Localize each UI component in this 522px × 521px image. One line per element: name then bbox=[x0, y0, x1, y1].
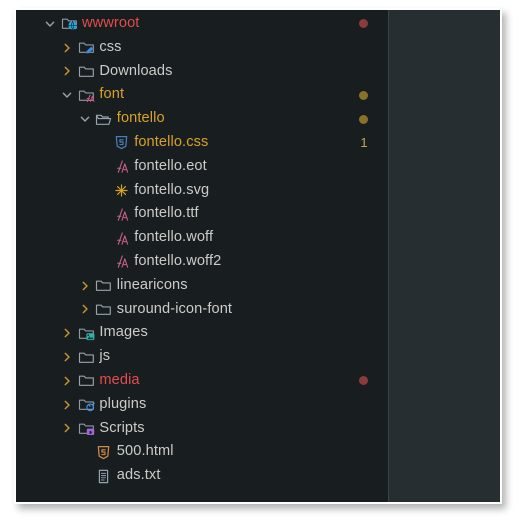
chevron-down-icon[interactable] bbox=[59, 83, 75, 107]
tree-item-label: Images bbox=[99, 324, 148, 341]
screenshot-root: wwwroot css Downloads font fontello fontello.… bbox=[0, 0, 522, 521]
folder-icon bbox=[95, 298, 113, 322]
tree-item-label: fontello.ttf bbox=[134, 205, 199, 222]
tree-item-label: fontello.svg bbox=[134, 181, 210, 198]
tree-item-label: css bbox=[99, 38, 122, 55]
font-file-icon bbox=[112, 226, 130, 250]
tree-item-label: media bbox=[99, 371, 140, 388]
chevron-down-icon[interactable] bbox=[77, 107, 93, 131]
tree-folder-row[interactable]: suround-icon-font bbox=[16, 298, 388, 322]
svg-file-icon bbox=[112, 179, 130, 203]
explorer-panel: wwwroot css Downloads font fontello fontello.… bbox=[16, 10, 388, 502]
tree-folder-row[interactable]: Downloads bbox=[16, 60, 388, 84]
chevron-right-icon[interactable] bbox=[77, 298, 93, 322]
tree-item-label: suround-icon-font bbox=[116, 300, 233, 317]
tree-item-label: fontello bbox=[116, 110, 165, 127]
folder-open-icon bbox=[95, 107, 113, 131]
file-tree: wwwroot css Downloads font fontello fontello.… bbox=[16, 12, 388, 488]
status-dot bbox=[359, 376, 368, 386]
tree-item-label: js bbox=[99, 348, 111, 365]
folder-plugin-icon bbox=[77, 393, 95, 417]
tree-folder-row[interactable]: linearicons bbox=[16, 274, 388, 298]
tree-folder-row[interactable]: plugins bbox=[16, 393, 388, 417]
tree-folder-row[interactable]: Images bbox=[16, 321, 388, 345]
tree-folder-row[interactable]: fontello bbox=[16, 107, 388, 131]
tree-file-row[interactable]: fontello.svg bbox=[16, 179, 388, 203]
folder-font-icon bbox=[77, 83, 95, 107]
chevron-right-icon[interactable] bbox=[59, 369, 75, 393]
folder-script-icon bbox=[77, 417, 95, 441]
chevron-right-icon[interactable] bbox=[59, 36, 75, 60]
tree-folder-row[interactable]: Scripts bbox=[16, 417, 388, 441]
tree-item-label: fontello.woff bbox=[134, 229, 214, 246]
chevron-down-icon[interactable] bbox=[42, 12, 58, 36]
tree-file-row[interactable]: fontello.woff bbox=[16, 226, 388, 250]
folder-icon bbox=[95, 274, 113, 298]
tree-item-label: fontello.eot bbox=[134, 157, 207, 174]
font-file-icon bbox=[112, 250, 130, 274]
editor-pane[interactable] bbox=[388, 10, 500, 502]
folder-globe-icon bbox=[60, 12, 78, 36]
chevron-right-icon[interactable] bbox=[59, 60, 75, 84]
tree-folder-row[interactable]: media bbox=[16, 369, 388, 393]
tree-file-row[interactable]: 500.html bbox=[16, 440, 388, 464]
tree-item-label: fontello.css bbox=[134, 133, 209, 150]
html-file-icon bbox=[95, 440, 113, 464]
folder-pencil-icon bbox=[77, 36, 95, 60]
chevron-right-icon[interactable] bbox=[59, 417, 75, 441]
folder-image-icon bbox=[77, 321, 95, 345]
tree-item-label: wwwroot bbox=[82, 15, 140, 31]
tree-item-label: Downloads bbox=[99, 62, 173, 79]
chevron-right-icon[interactable] bbox=[59, 321, 75, 345]
tree-folder-row[interactable]: css bbox=[16, 36, 388, 60]
tree-item-label: font bbox=[99, 86, 125, 103]
tree-item-label: ads.txt bbox=[116, 467, 161, 484]
code-editor-window: wwwroot css Downloads font fontello fontello.… bbox=[16, 10, 500, 502]
chevron-right-icon[interactable] bbox=[59, 393, 75, 417]
status-dot bbox=[359, 90, 368, 100]
tree-item-label: plugins bbox=[99, 395, 147, 412]
status-dot bbox=[359, 114, 368, 124]
tree-file-row[interactable]: fontello.eot bbox=[16, 155, 388, 179]
chevron-right-icon[interactable] bbox=[59, 345, 75, 369]
tree-item-label: fontello.woff2 bbox=[134, 252, 222, 269]
tree-folder-row[interactable]: js bbox=[16, 345, 388, 369]
item-count-badge: 1 bbox=[360, 134, 368, 150]
tree-file-row[interactable]: fontello.ttf bbox=[16, 202, 388, 226]
tree-item-label: 500.html bbox=[116, 443, 174, 460]
folder-icon bbox=[77, 345, 95, 369]
font-file-icon bbox=[112, 155, 130, 179]
font-file-icon bbox=[112, 202, 130, 226]
tree-folder-row[interactable]: wwwroot bbox=[16, 12, 388, 36]
tree-file-row[interactable]: ads.txt bbox=[16, 464, 388, 488]
status-dot bbox=[359, 19, 368, 29]
pane-divider[interactable] bbox=[388, 10, 389, 502]
text-file-icon bbox=[95, 464, 113, 488]
tree-folder-row[interactable]: font bbox=[16, 83, 388, 107]
tree-file-row[interactable]: fontello.woff2 bbox=[16, 250, 388, 274]
tree-item-label: Scripts bbox=[99, 419, 145, 436]
folder-icon bbox=[77, 369, 95, 393]
css-file-icon bbox=[112, 131, 130, 155]
tree-file-row[interactable]: fontello.css 1 bbox=[16, 131, 388, 155]
tree-item-label: linearicons bbox=[116, 276, 188, 293]
chevron-right-icon[interactable] bbox=[77, 274, 93, 298]
folder-icon bbox=[77, 60, 95, 84]
